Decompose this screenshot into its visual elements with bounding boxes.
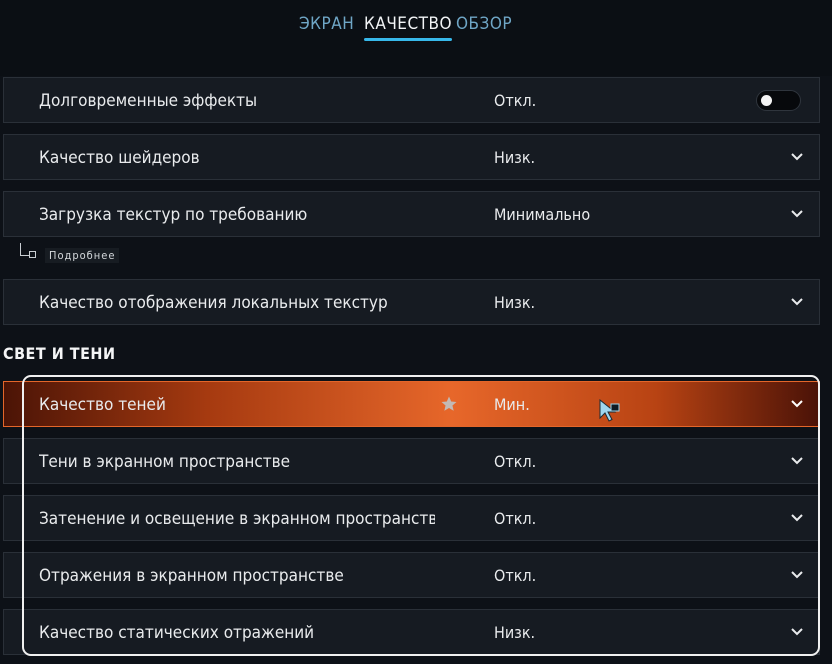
- setting-label: Качество статических отражений: [39, 623, 315, 643]
- chevron-down-icon[interactable]: [789, 148, 805, 164]
- chevron-down-icon[interactable]: [789, 205, 805, 221]
- setting-row-screen-space-shadows[interactable]: Тени в экранном пространстве Откл.: [3, 438, 820, 484]
- chevron-down-icon[interactable]: [789, 293, 805, 309]
- chevron-down-icon[interactable]: [789, 509, 805, 525]
- setting-value: Откл.: [494, 452, 537, 471]
- chevron-down-icon[interactable]: [789, 452, 805, 468]
- setting-label: Затенение и освещение в экранном простра…: [39, 509, 435, 529]
- setting-value: Низк.: [494, 623, 536, 642]
- persistent-effects-toggle[interactable]: [756, 90, 801, 111]
- setting-label: Качество теней: [39, 395, 166, 415]
- setting-row-shader-quality[interactable]: Качество шейдеров Низк.: [3, 134, 820, 180]
- setting-label: Качество отображения локальных текстур: [39, 293, 388, 313]
- setting-row-static-reflections[interactable]: Качество статических отражений Низк.: [3, 609, 820, 655]
- setting-label: Долговременные эффекты: [39, 91, 258, 111]
- setting-label: Загрузка текстур по требованию: [39, 205, 308, 225]
- setting-label: Качество шейдеров: [39, 148, 200, 168]
- setting-row-persistent-effects[interactable]: Долговременные эффекты Откл.: [3, 77, 820, 123]
- setting-label: Отражения в экранном пространстве: [39, 566, 344, 586]
- setting-row-shadow-quality[interactable]: Качество теней Мин.: [3, 381, 820, 427]
- setting-value: Низк.: [494, 148, 536, 167]
- setting-value: Низк.: [494, 293, 536, 312]
- setting-label: Тени в экранном пространстве: [39, 452, 291, 472]
- setting-row-local-texture-quality[interactable]: Качество отображения локальных текстур Н…: [3, 279, 820, 325]
- toggle-knob: [761, 95, 772, 106]
- top-tab-bar: ЭКРАН КАЧЕСТВО ОБЗОР: [0, 0, 832, 76]
- tab-overview[interactable]: ОБЗОР: [456, 14, 512, 34]
- setting-value: Мин.: [494, 395, 530, 414]
- setting-row-screen-space-ao[interactable]: Затенение и освещение в экранном простра…: [3, 495, 820, 541]
- tab-quality[interactable]: КАЧЕСТВО: [364, 14, 453, 41]
- setting-value: Откл.: [494, 509, 537, 528]
- chevron-down-icon[interactable]: [789, 395, 805, 411]
- section-title-lighting: СВЕТ И ТЕНИ: [3, 344, 116, 363]
- details-link-label: Подробнее: [45, 248, 120, 263]
- star-icon[interactable]: [440, 395, 458, 413]
- tab-screen[interactable]: ЭКРАН: [299, 14, 354, 34]
- tab-quality-label: КАЧЕСТВО: [364, 14, 453, 34]
- sub-branch-box: [29, 251, 36, 258]
- chevron-down-icon[interactable]: [789, 623, 805, 639]
- mouse-cursor-icon: [599, 398, 620, 422]
- setting-value: Откл.: [494, 91, 537, 110]
- setting-value: Минимально: [494, 205, 591, 224]
- active-tab-underline: [364, 38, 453, 41]
- setting-value: Откл.: [494, 566, 537, 585]
- setting-row-texture-streaming[interactable]: Загрузка текстур по требованию Минимальн…: [3, 191, 820, 237]
- chevron-down-icon[interactable]: [789, 566, 805, 582]
- setting-row-screen-space-reflections[interactable]: Отражения в экранном пространстве Откл.: [3, 552, 820, 598]
